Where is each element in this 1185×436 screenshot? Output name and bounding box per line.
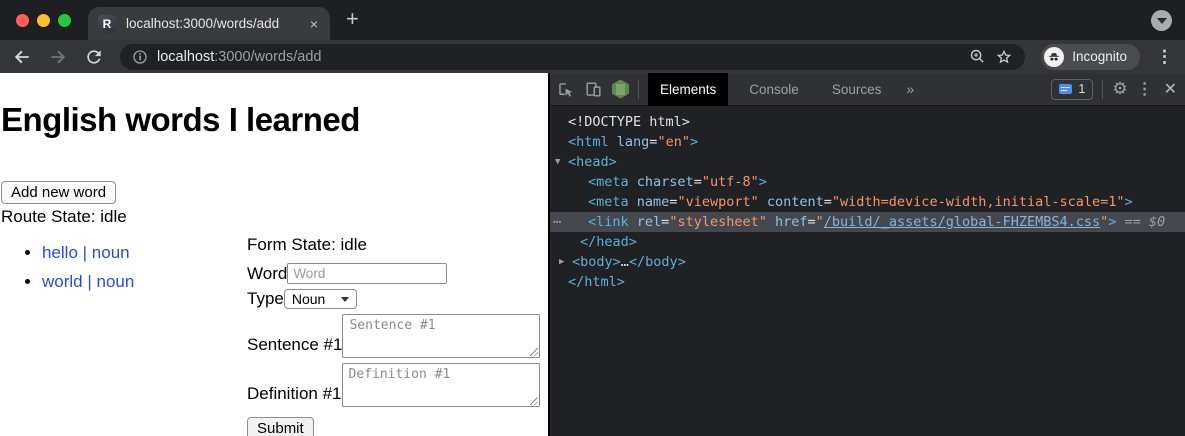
devtools-toolbar: Elements Console Sources » 1 ⚙ ⋮ ✕ xyxy=(550,73,1185,106)
tab-close-icon[interactable]: × xyxy=(308,16,320,32)
word-link-world[interactable]: world | noun xyxy=(42,272,134,291)
incognito-icon xyxy=(1044,47,1064,67)
titlebar: R localhost:3000/words/add × + xyxy=(0,0,1185,40)
message-bubble-icon xyxy=(1059,84,1072,94)
dom-tree-row[interactable]: <!DOCTYPE html> xyxy=(550,112,1185,132)
back-button[interactable] xyxy=(12,47,32,67)
browser-toolbar: localhost:3000/words/add I xyxy=(0,40,1185,73)
word-list: hello | noun world | noun xyxy=(0,243,134,301)
dom-tree-code: <link rel="stylesheet" href="/build/_ass… xyxy=(550,214,1165,230)
remix-favicon-icon: R xyxy=(98,15,116,33)
device-toolbar-icon[interactable] xyxy=(584,80,603,99)
word-input[interactable] xyxy=(287,263,447,284)
inspect-element-icon[interactable] xyxy=(556,80,575,99)
reload-button[interactable] xyxy=(84,47,104,67)
divider xyxy=(638,80,639,99)
dom-tree-code: <meta charset="utf-8"> xyxy=(550,174,767,190)
chevron-down-icon xyxy=(341,297,349,306)
browser-window: R localhost:3000/words/add × + localhost… xyxy=(0,0,1185,436)
dom-tree-code: <meta name="viewport" content="width=dev… xyxy=(550,194,1133,210)
dom-tree-row[interactable]: <meta charset="utf-8"> xyxy=(550,172,1185,192)
settings-gear-icon[interactable]: ⚙ xyxy=(1112,79,1127,99)
sentence-textarea[interactable] xyxy=(342,314,540,358)
type-select-value: Noun xyxy=(292,291,325,307)
devtools-panel: Elements Console Sources » 1 ⚙ ⋮ ✕ <!DOC… xyxy=(548,73,1185,436)
add-new-word-button[interactable]: Add new word xyxy=(1,181,116,204)
definition-label: Definition #1 xyxy=(247,384,342,404)
sentence-label: Sentence #1 xyxy=(247,335,342,355)
dom-tree-row[interactable]: ▶<body>…</body> xyxy=(550,252,1185,272)
browser-tab[interactable]: R localhost:3000/words/add × xyxy=(88,7,330,40)
dom-tree-code: <body>…</body> xyxy=(550,254,686,270)
tab-sources[interactable]: Sources xyxy=(820,73,894,106)
incognito-label: Incognito xyxy=(1072,49,1127,64)
page-title: English words I learned xyxy=(1,101,360,139)
browser-menu-button[interactable]: ⋮ xyxy=(1156,47,1173,67)
word-label: Word xyxy=(247,264,287,284)
dom-tree-code: <html lang="en"> xyxy=(550,134,698,150)
bookmark-star-icon[interactable] xyxy=(995,48,1013,66)
tab-elements[interactable]: Elements xyxy=(648,73,728,106)
route-state-text: Route State: idle xyxy=(1,207,127,227)
dom-tree: <!DOCTYPE html> <html lang="en"> ▼<head> <m… xyxy=(550,106,1185,436)
dom-tree-row[interactable]: <html lang="en"> xyxy=(550,132,1185,152)
dom-tree-row[interactable]: <meta name="viewport" content="width=dev… xyxy=(550,192,1185,212)
more-tabs-button[interactable]: » xyxy=(902,81,918,97)
url-text: localhost:3000/words/add xyxy=(157,49,321,65)
dom-tree-row[interactable]: ⋯<link rel="stylesheet" href="/build/_as… xyxy=(550,212,1185,232)
forward-button[interactable] xyxy=(48,47,68,67)
address-bar[interactable]: localhost:3000/words/add xyxy=(120,44,1025,70)
add-word-form: Form State: idle Word Type Noun Sentence… xyxy=(247,235,540,436)
dom-tree-row[interactable]: </head> xyxy=(550,232,1185,252)
minimize-window-button[interactable] xyxy=(37,14,50,27)
dom-tree-code: </head> xyxy=(550,234,637,250)
issues-badge[interactable]: 1 xyxy=(1051,79,1093,100)
web-page: English words I learned Add new word Rou… xyxy=(0,73,548,436)
tab-search-button[interactable] xyxy=(1151,10,1172,31)
list-item: hello | noun xyxy=(42,243,134,263)
divider xyxy=(1102,80,1103,99)
zoom-icon[interactable] xyxy=(969,48,986,65)
dom-tree-row[interactable]: ▼<head> xyxy=(550,152,1185,172)
list-item: world | noun xyxy=(42,272,134,292)
traffic-lights xyxy=(16,14,71,27)
tab-title: localhost:3000/words/add xyxy=(126,16,308,31)
submit-button[interactable]: Submit xyxy=(247,417,314,436)
dom-tree-code: </html> xyxy=(550,274,625,290)
page-info-icon[interactable] xyxy=(132,49,148,65)
devtools-menu-icon[interactable]: ⋮ xyxy=(1137,79,1153,99)
type-label: Type xyxy=(247,289,284,309)
nodejs-devtools-icon[interactable] xyxy=(612,80,629,99)
form-state-text: Form State: idle xyxy=(247,235,540,255)
type-select[interactable]: Noun xyxy=(284,289,357,309)
close-window-button[interactable] xyxy=(16,14,29,27)
word-link-hello[interactable]: hello | noun xyxy=(42,243,130,262)
expand-arrow-icon[interactable]: ▶ xyxy=(559,252,564,272)
chevron-down-icon xyxy=(1157,18,1167,29)
maximize-window-button[interactable] xyxy=(58,14,71,27)
dom-tree-row[interactable]: </html> xyxy=(550,272,1185,292)
collapse-arrow-icon[interactable]: ▼ xyxy=(555,152,560,172)
devtools-close-icon[interactable]: ✕ xyxy=(1164,79,1177,99)
definition-textarea[interactable] xyxy=(342,363,540,407)
gutter-dots-icon[interactable]: ⋯ xyxy=(553,212,559,232)
incognito-badge: Incognito xyxy=(1041,44,1140,70)
issues-count: 1 xyxy=(1078,82,1085,96)
dom-tree-code: <!DOCTYPE html> xyxy=(550,114,690,130)
tab-console[interactable]: Console xyxy=(737,73,811,106)
new-tab-button[interactable]: + xyxy=(346,4,359,34)
